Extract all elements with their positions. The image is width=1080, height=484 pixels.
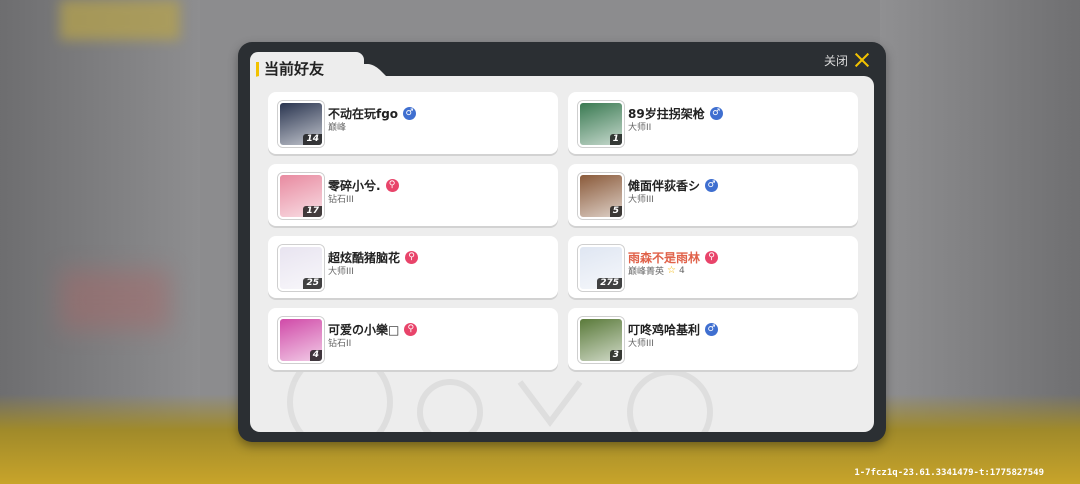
- friend-rank: 大师III: [628, 195, 654, 205]
- avatar: 4: [278, 317, 324, 363]
- avatar: 1: [578, 101, 624, 147]
- friend-rank: 钻石III: [328, 195, 354, 205]
- avatar: 25: [278, 245, 324, 291]
- avatar: 14: [278, 101, 324, 147]
- friend-rank: 大师III: [628, 339, 654, 349]
- avatar-level: 1: [609, 134, 622, 145]
- friend-card[interactable]: 3 叮咚鸡哈基利 ♂ 大师III: [568, 308, 858, 370]
- male-gender-icon: ♂: [709, 107, 723, 120]
- avatar: 5: [578, 173, 624, 219]
- friend-rank: 大师III: [328, 267, 354, 277]
- friend-card[interactable]: 4 可爱の小樂□ ⚲ 钻石II: [268, 308, 558, 370]
- avatar-level: 14: [303, 134, 322, 145]
- close-icon: [854, 52, 870, 68]
- avatar: 17: [278, 173, 324, 219]
- friend-card[interactable]: 1 89岁拄拐架枪 ♂ 大师II: [568, 92, 858, 154]
- male-gender-icon: ♂: [705, 323, 719, 336]
- avatar-level: 5: [609, 206, 622, 217]
- female-gender-icon: ⚲: [385, 179, 399, 192]
- female-gender-icon: ⚲: [405, 251, 419, 264]
- avatar-level: 17: [303, 206, 322, 217]
- friend-rank: 钻石II: [328, 339, 352, 349]
- male-gender-icon: ♂: [403, 107, 417, 120]
- friend-card[interactable]: 275 雨森不是雨林 ⚲ 巅峰菁英 ☆ 4: [568, 236, 858, 298]
- avatar: 3: [578, 317, 624, 363]
- friend-card[interactable]: 17 零碎小兮. ⚲ 钻石III: [268, 164, 558, 226]
- avatar-level: 3: [609, 350, 622, 361]
- close-button[interactable]: 关闭: [824, 50, 870, 70]
- friend-rank: 巅峰: [328, 123, 347, 133]
- friend-card[interactable]: 25 超炫酷猪脑花 ⚲ 大师III: [268, 236, 558, 298]
- avatar-level: 25: [303, 278, 322, 289]
- male-gender-icon: ♂: [705, 179, 719, 192]
- female-gender-icon: ⚲: [404, 323, 418, 336]
- star-icon: ☆: [667, 264, 676, 276]
- close-label: 关闭: [823, 53, 848, 68]
- friend-list-area: 14 不动在玩fgo ♂ 巅峰 1 89岁拄拐架枪 ♂ 大师II 17 零碎小兮: [250, 76, 874, 432]
- avatar-level: 275: [597, 278, 622, 289]
- star-count: 4: [678, 265, 685, 276]
- avatar-level: 4: [309, 350, 322, 361]
- build-watermark: 1-7fcz1q-23.61.3341479-t:1775827549: [854, 468, 1044, 478]
- friends-dialog: 当前好友 关闭 14 不动在玩fgo ♂ 巅峰 1 89岁拄拐架枪 ♂ 大师II…: [238, 42, 886, 442]
- avatar: 275: [578, 245, 624, 291]
- friend-card[interactable]: 5 傩面伴荻香シ ♂ 大师III: [568, 164, 858, 226]
- friend-rank: 大师II: [628, 123, 652, 133]
- female-gender-icon: ⚲: [705, 251, 719, 264]
- friend-card[interactable]: 14 不动在玩fgo ♂ 巅峰: [268, 92, 558, 154]
- friend-rank: 巅峰菁英: [628, 267, 665, 277]
